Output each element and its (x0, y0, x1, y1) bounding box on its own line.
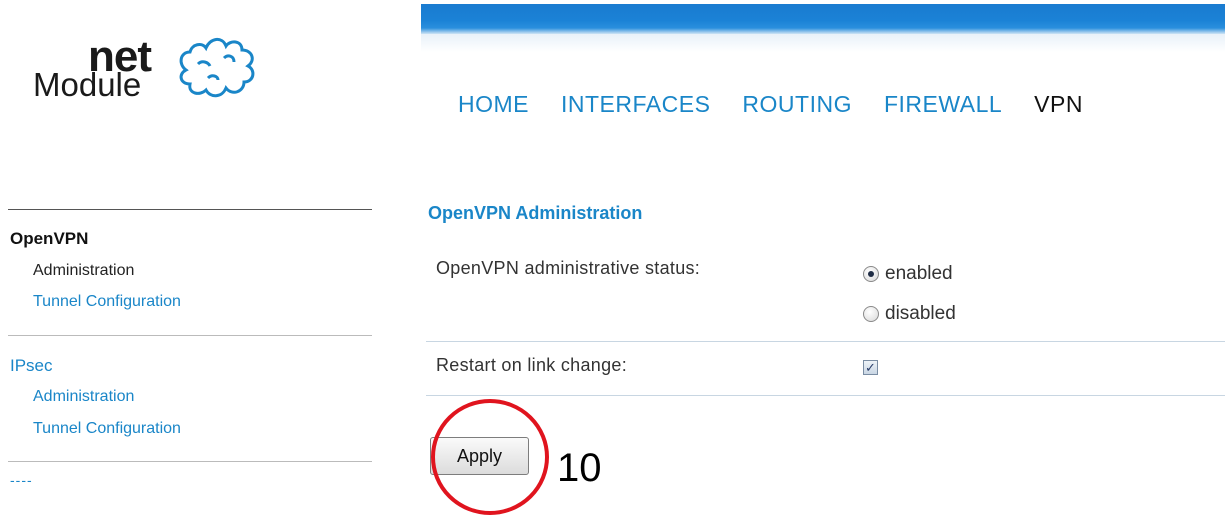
radio-disabled-control[interactable] (863, 306, 879, 322)
nav-interfaces[interactable]: INTERFACES (561, 91, 710, 118)
main-nav: HOME INTERFACES ROUTING FIREWALL VPN (458, 91, 1115, 118)
nav-home[interactable]: HOME (458, 91, 529, 118)
radio-enabled-control[interactable] (863, 266, 879, 282)
sidebar-divider (8, 461, 372, 462)
header-banner-fade (421, 34, 1225, 52)
page-title: OpenVPN Administration (428, 203, 643, 223)
sidebar-item-openvpn-tunnel-configuration[interactable]: Tunnel Configuration (33, 293, 181, 311)
restart-label: Restart on link change: (436, 355, 628, 375)
header-banner (421, 4, 1225, 34)
sidebar-item-ipsec-tunnel-configuration[interactable]: Tunnel Configuration (33, 420, 181, 438)
nav-routing[interactable]: ROUTING (742, 91, 852, 118)
nav-firewall[interactable]: FIREWALL (884, 91, 1002, 118)
logo-word-module: Module (33, 66, 142, 103)
radio-disabled-label[interactable]: disabled (885, 303, 956, 325)
sidebar-divider (8, 209, 372, 210)
annotation-number: 10 (557, 446, 602, 490)
netmodule-logo[interactable]: net Module (28, 28, 268, 108)
radio-enabled[interactable]: enabled (863, 263, 953, 285)
sidebar-more-link[interactable]: ---- (10, 472, 33, 488)
radio-enabled-label[interactable]: enabled (885, 263, 953, 285)
annotation-circle (431, 399, 549, 515)
row-divider (426, 341, 1225, 342)
puzzle-logo-icon (179, 38, 255, 98)
nav-vpn[interactable]: VPN (1034, 91, 1083, 118)
sidebar-group-ipsec[interactable]: IPsec (10, 356, 53, 376)
row-divider (426, 395, 1225, 396)
sidebar-item-ipsec-administration[interactable]: Administration (33, 388, 134, 406)
sidebar-divider (8, 335, 372, 336)
status-label: OpenVPN administrative status: (436, 258, 701, 278)
sidebar-item-openvpn-administration[interactable]: Administration (33, 262, 134, 280)
restart-checkbox[interactable]: ✓ (863, 360, 878, 375)
sidebar-group-openvpn[interactable]: OpenVPN (10, 229, 88, 249)
radio-disabled[interactable]: disabled (863, 303, 956, 325)
